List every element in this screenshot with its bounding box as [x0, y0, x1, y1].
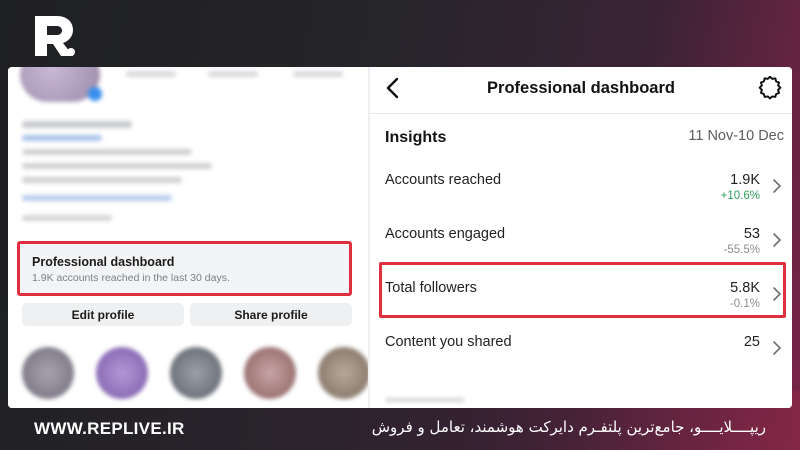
professional-dashboard-subtitle: 1.9K accounts reached in the last 30 day… [32, 272, 230, 284]
stat-placeholder [293, 71, 343, 77]
professional-dashboard-card[interactable]: Professional dashboard 1.9K accounts rea… [17, 241, 352, 296]
story-highlight[interactable] [318, 347, 368, 399]
professional-dashboard-title: Professional dashboard [32, 255, 175, 269]
insights-heading: Insights [385, 129, 447, 146]
story-highlight[interactable] [96, 347, 148, 399]
chevron-right-icon [773, 233, 782, 247]
row-delta: -55.5% [723, 244, 760, 256]
page-title: Professional dashboard [487, 79, 675, 97]
bio-line [22, 163, 212, 169]
profile-panel: Professional dashboard 1.9K accounts rea… [8, 67, 368, 408]
chevron-right-icon [773, 179, 782, 193]
category-placeholder [22, 215, 112, 221]
share-profile-button[interactable]: Share profile [190, 303, 352, 326]
date-range[interactable]: 11 Nov-10 Dec [688, 128, 784, 144]
name-placeholder [22, 121, 132, 128]
row-label: Accounts reached [385, 172, 502, 188]
blurred-profile-content [8, 67, 368, 408]
bio-line [22, 149, 192, 155]
row-value: 53 [743, 226, 760, 242]
screenshot-card: Professional dashboard 1.9K accounts rea… [8, 67, 792, 408]
gear-icon[interactable] [758, 76, 782, 100]
bio-line [22, 177, 182, 183]
insight-row-accounts-reached[interactable]: Accounts reached 1.9K +10.6% [370, 165, 792, 215]
story-highlight[interactable] [244, 347, 296, 399]
header-divider [370, 113, 792, 114]
row-value: 1.9K [730, 172, 760, 188]
replive-logo-icon [35, 16, 75, 56]
brand-tagline: ریپــــلایــــو، جامع‌ترین پلتفـرم دایرک… [371, 418, 766, 436]
chevron-right-icon [773, 341, 782, 355]
stat-placeholder [208, 71, 258, 77]
insight-row-content-shared[interactable]: Content you shared 25 [370, 327, 792, 377]
row-delta: +10.6% [720, 190, 760, 202]
edit-profile-button[interactable]: Edit profile [22, 303, 184, 326]
row-value: 25 [743, 334, 760, 350]
link-placeholder [22, 195, 172, 201]
link-placeholder [22, 135, 102, 141]
story-highlight[interactable] [170, 347, 222, 399]
stat-placeholder [126, 71, 176, 77]
blurred-section-label [385, 397, 465, 403]
total-followers-highlight [379, 262, 786, 318]
dashboard-panel: Professional dashboard Insights 11 Nov-1… [370, 67, 792, 408]
add-story-badge [88, 87, 102, 101]
website-url[interactable]: WWW.REPLIVE.IR [34, 419, 185, 439]
story-highlight[interactable] [22, 347, 74, 399]
row-label: Content you shared [385, 334, 512, 350]
row-label: Accounts engaged [385, 226, 506, 242]
